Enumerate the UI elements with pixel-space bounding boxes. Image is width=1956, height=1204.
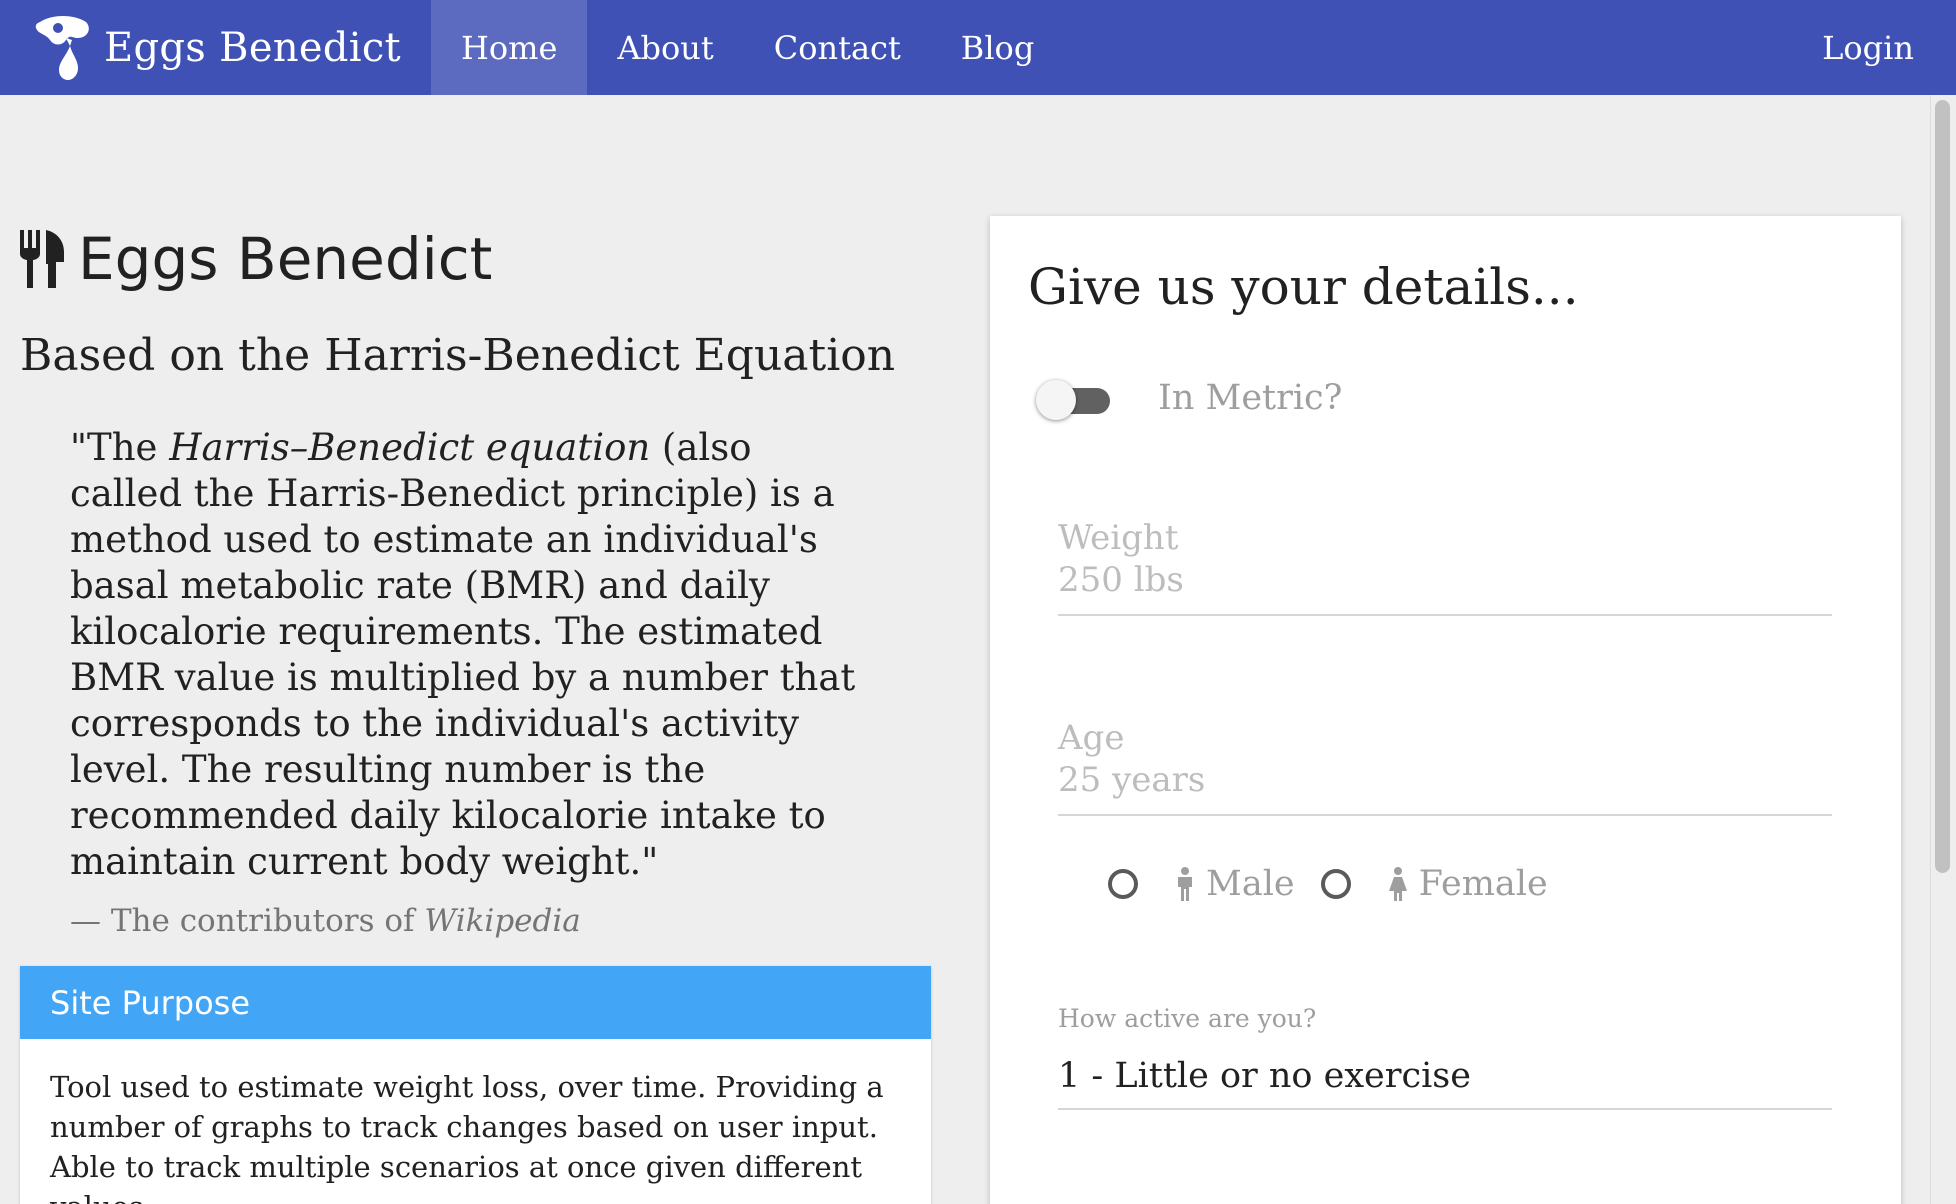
quote-term: Harris–Benedict equation	[169, 426, 651, 469]
male-option[interactable]: Male	[1174, 864, 1295, 904]
weight-input[interactable]: 250 lbs	[1058, 560, 1832, 600]
age-input[interactable]: 25 years	[1058, 760, 1832, 800]
age-field[interactable]: Age 25 years	[1058, 718, 1832, 816]
intro-section: Eggs Benedict Based on the Harris-Benedi…	[20, 200, 940, 939]
weight-field[interactable]: Weight 250 lbs	[1058, 518, 1832, 616]
harris-benedict-quote: "The Harris–Benedict equation (also call…	[20, 425, 900, 885]
page-title: Eggs Benedict	[20, 214, 940, 304]
nav-home[interactable]: Home	[430, 0, 588, 95]
activity-selected-value: 1 - Little or no exercise	[1058, 1056, 1471, 1096]
details-form-card: Give us your details... In Metric? Weigh…	[990, 216, 1901, 1204]
page-title-text: Eggs Benedict	[78, 225, 493, 293]
cutlery-icon	[20, 230, 64, 288]
activity-underline	[1058, 1108, 1832, 1110]
age-label: Age	[1058, 718, 1125, 758]
female-radio[interactable]	[1320, 869, 1351, 899]
site-purpose-header: Site Purpose	[20, 966, 931, 1039]
weight-label: Weight	[1058, 518, 1179, 558]
site-purpose-body: Tool used to estimate weight loss, over …	[50, 1070, 884, 1204]
quote-source: — The contributors of Wikipedia	[20, 903, 940, 939]
female-label: Female	[1418, 864, 1548, 904]
brand-name: Eggs Benedict	[104, 24, 401, 71]
metric-toggle-label: In Metric?	[1158, 378, 1343, 418]
gender-radio-group: Male Female	[1108, 864, 1574, 904]
quote-source-prefix: — The contributors of	[70, 903, 425, 939]
male-label: Male	[1206, 864, 1295, 904]
nav-contact[interactable]: Contact	[744, 0, 931, 95]
weight-underline	[1058, 614, 1832, 616]
login-link[interactable]: Login	[1792, 0, 1956, 95]
activity-select[interactable]: 1 - Little or no exercise	[1058, 1056, 1832, 1110]
nav-blog[interactable]: Blog	[931, 0, 1065, 95]
nav-about[interactable]: About	[587, 0, 743, 95]
site-purpose-card: Site Purpose Tool used to estimate weigh…	[20, 966, 931, 1204]
female-option[interactable]: Female	[1387, 864, 1548, 904]
egg-logo-icon	[35, 15, 89, 80]
page-subtitle: Based on the Harris-Benedict Equation	[20, 330, 896, 381]
metric-toggle-knob	[1036, 380, 1076, 420]
male-radio[interactable]	[1108, 869, 1138, 899]
age-underline	[1058, 814, 1832, 816]
metric-toggle[interactable]	[1036, 380, 1110, 420]
quote-open: "The	[70, 426, 170, 469]
male-icon	[1178, 867, 1192, 901]
brand-link[interactable]: Eggs Benedict	[0, 0, 431, 95]
form-title: Give us your details...	[1028, 258, 1579, 316]
scrollbar-thumb[interactable]	[1935, 100, 1950, 873]
quote-text: (also called the Harris-Benedict princip…	[70, 426, 856, 883]
quote-source-name: Wikipedia	[424, 903, 581, 939]
navbar: Eggs Benedict Home About Contact Blog Lo…	[0, 0, 1956, 95]
female-icon	[1388, 867, 1407, 901]
activity-label: How active are you?	[1058, 1004, 1317, 1033]
